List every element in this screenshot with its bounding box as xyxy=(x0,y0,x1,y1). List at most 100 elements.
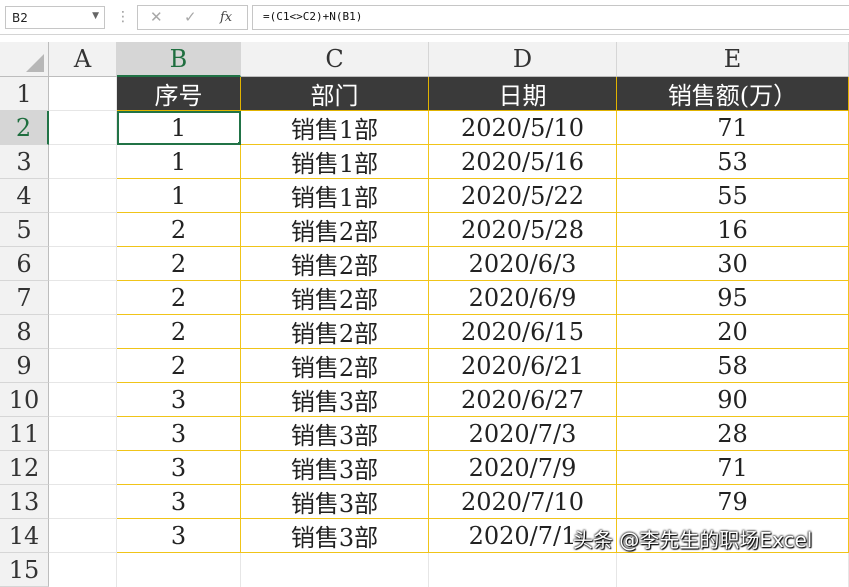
row-header[interactable]: 13 xyxy=(0,485,49,519)
cell-b[interactable] xyxy=(117,553,241,587)
row-header[interactable]: 9 xyxy=(0,349,49,383)
cell-c[interactable]: 销售3部 xyxy=(241,417,429,451)
cell-a[interactable] xyxy=(49,519,117,553)
formula-input[interactable]: =(C1<>C2)+N(B1) xyxy=(252,5,849,30)
cell-a[interactable] xyxy=(49,213,117,247)
cell-b2-active[interactable]: 1 xyxy=(117,111,241,145)
cell-c[interactable]: 销售2部 xyxy=(241,247,429,281)
cell-e[interactable]: 16 xyxy=(617,213,849,247)
row-header[interactable]: 2 xyxy=(0,111,49,145)
cell-b[interactable]: 3 xyxy=(117,451,241,485)
cell-c[interactable] xyxy=(241,553,429,587)
cell-e[interactable]: 95 xyxy=(617,281,849,315)
row-header[interactable]: 12 xyxy=(0,451,49,485)
cell-b[interactable]: 2 xyxy=(117,349,241,383)
cell-c[interactable]: 销售3部 xyxy=(241,519,429,553)
cell-b[interactable]: 1 xyxy=(117,145,241,179)
cell-a[interactable] xyxy=(49,485,117,519)
row-header[interactable]: 7 xyxy=(0,281,49,315)
cell-e[interactable]: 30 xyxy=(617,247,849,281)
cell-b[interactable]: 3 xyxy=(117,383,241,417)
cancel-icon[interactable]: ✕ xyxy=(150,8,163,26)
cell-a[interactable] xyxy=(49,145,117,179)
cell-a[interactable] xyxy=(49,383,117,417)
cell-e[interactable]: 90 xyxy=(617,383,849,417)
cell-d[interactable]: 2020/6/9 xyxy=(429,281,617,315)
cell-c2[interactable]: 销售1部 xyxy=(241,111,429,145)
cell-e[interactable]: 28 xyxy=(617,417,849,451)
cell-b[interactable]: 1 xyxy=(117,179,241,213)
row-header[interactable]: 1 xyxy=(0,77,49,111)
cell-e[interactable]: 20 xyxy=(617,315,849,349)
cell-c1[interactable]: 部门 xyxy=(241,77,429,111)
insert-function-icon[interactable]: fx xyxy=(220,10,232,25)
cell-d[interactable]: 2020/7/9 xyxy=(429,451,617,485)
cell-a[interactable] xyxy=(49,349,117,383)
row-header[interactable]: 5 xyxy=(0,213,49,247)
cell-d[interactable]: 2020/6/3 xyxy=(429,247,617,281)
cell-e[interactable] xyxy=(617,553,849,587)
cell-d[interactable]: 2020/7/10 xyxy=(429,485,617,519)
cell-a[interactable] xyxy=(49,417,117,451)
cell-d[interactable]: 2020/6/27 xyxy=(429,383,617,417)
row-header[interactable]: 15 xyxy=(0,553,49,587)
cell-c[interactable]: 销售2部 xyxy=(241,315,429,349)
row-header[interactable]: 3 xyxy=(0,145,49,179)
cell-c[interactable]: 销售3部 xyxy=(241,383,429,417)
cell-a[interactable] xyxy=(49,451,117,485)
enter-icon[interactable]: ✓ xyxy=(184,8,197,26)
cell-d[interactable]: 2020/5/22 xyxy=(429,179,617,213)
cell-b[interactable]: 2 xyxy=(117,281,241,315)
cell-a[interactable] xyxy=(49,247,117,281)
cell-b[interactable]: 3 xyxy=(117,519,241,553)
cell-e[interactable]: 58 xyxy=(617,349,849,383)
cell-d2[interactable]: 2020/5/10 xyxy=(429,111,617,145)
name-box[interactable]: B2 ▼ xyxy=(5,6,105,29)
cell-a1[interactable] xyxy=(49,77,117,111)
cell-a[interactable] xyxy=(49,315,117,349)
column-header-b[interactable]: B xyxy=(117,42,241,77)
cell-a[interactable] xyxy=(49,179,117,213)
cell-d[interactable]: 2020/7/3 xyxy=(429,417,617,451)
cell-a2[interactable] xyxy=(49,111,117,145)
select-all-button[interactable] xyxy=(0,42,49,77)
cell-d1[interactable]: 日期 xyxy=(429,77,617,111)
cell-b[interactable]: 3 xyxy=(117,417,241,451)
cell-e[interactable]: 79 xyxy=(617,485,849,519)
cell-a[interactable] xyxy=(49,553,117,587)
cell-d[interactable]: 2020/5/28 xyxy=(429,213,617,247)
cell-c[interactable]: 销售1部 xyxy=(241,179,429,213)
row-header[interactable]: 6 xyxy=(0,247,49,281)
cell-b[interactable]: 3 xyxy=(117,485,241,519)
column-header-c[interactable]: C xyxy=(241,42,429,77)
cell-b1[interactable]: 序号 xyxy=(117,77,241,111)
cell-c[interactable]: 销售2部 xyxy=(241,349,429,383)
column-header-a[interactable]: A xyxy=(49,42,117,77)
cell-b[interactable]: 2 xyxy=(117,315,241,349)
cell-c[interactable]: 销售2部 xyxy=(241,281,429,315)
cell-d[interactable]: 2020/6/15 xyxy=(429,315,617,349)
row-header[interactable]: 10 xyxy=(0,383,49,417)
cell-a[interactable] xyxy=(49,281,117,315)
drag-handle-icon[interactable]: ⋮ xyxy=(116,9,130,25)
column-header-e[interactable]: E xyxy=(617,42,849,77)
cell-b[interactable]: 2 xyxy=(117,213,241,247)
cell-e[interactable]: 53 xyxy=(617,145,849,179)
row-header[interactable]: 11 xyxy=(0,417,49,451)
cell-c[interactable]: 销售3部 xyxy=(241,451,429,485)
row-header[interactable]: 8 xyxy=(0,315,49,349)
cell-d[interactable]: 2020/5/16 xyxy=(429,145,617,179)
cell-b[interactable]: 2 xyxy=(117,247,241,281)
cell-e2[interactable]: 71 xyxy=(617,111,849,145)
row-header[interactable]: 4 xyxy=(0,179,49,213)
cell-e[interactable]: 71 xyxy=(617,451,849,485)
cell-c[interactable]: 销售3部 xyxy=(241,485,429,519)
cell-d[interactable] xyxy=(429,553,617,587)
chevron-down-icon[interactable]: ▼ xyxy=(92,11,99,21)
cell-c[interactable]: 销售2部 xyxy=(241,213,429,247)
cell-d[interactable]: 2020/6/21 xyxy=(429,349,617,383)
column-header-d[interactable]: D xyxy=(429,42,617,77)
cell-e[interactable]: 55 xyxy=(617,179,849,213)
cell-c[interactable]: 销售1部 xyxy=(241,145,429,179)
cell-e1[interactable]: 销售额(万） xyxy=(617,77,849,111)
